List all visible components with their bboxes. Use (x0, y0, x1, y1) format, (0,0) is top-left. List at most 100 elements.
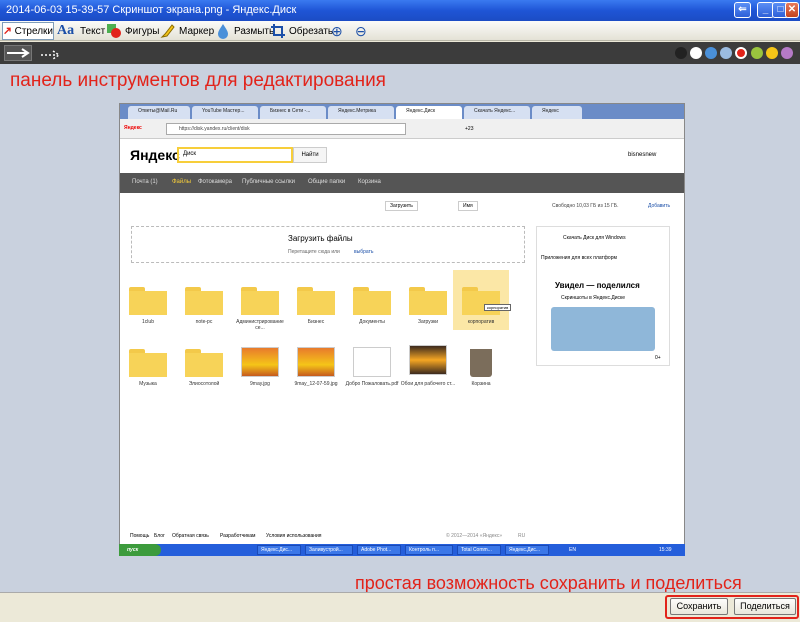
apps-all: Приложения для всех платформ (541, 255, 617, 261)
tool-marker[interactable]: Маркер (160, 22, 214, 40)
promo-sub: Скриншоты в Яндекс.Диске (561, 295, 626, 301)
file-label: Администрирование се... (236, 319, 284, 331)
file-label: Корзина (471, 381, 491, 387)
username: bisnesnew (628, 152, 657, 158)
download-windows: Скачать Диск для Windows (563, 235, 626, 241)
tool-label: Фигуры (125, 25, 160, 37)
sort-btn: Имя (458, 201, 478, 211)
browser-tab: Яндекс.Метрика (328, 106, 394, 119)
back-button[interactable]: ⇐ (734, 2, 751, 18)
taskbar-item: Яндекс.Дис... (505, 545, 549, 555)
file-label: Добро Пожаловать.pdf (345, 381, 399, 387)
folder-icon (129, 349, 167, 377)
tool-label: Обрезать (289, 25, 334, 37)
file-label: 1club (142, 319, 154, 325)
copyright: © 2012—2014 «Яндекс» (446, 533, 503, 539)
marker-icon (160, 24, 175, 38)
color-swatch-selected[interactable] (735, 47, 747, 59)
color-swatch[interactable] (675, 47, 687, 59)
tool-arrows[interactable]: Стрелки (2, 22, 54, 40)
title-bar: 2014-06-03 15-39-57 Скриншот экрана.png … (0, 0, 800, 21)
file-label: Элиосотолой (188, 381, 220, 387)
promo-age: 0+ (655, 355, 661, 361)
color-swatch[interactable] (720, 47, 732, 59)
text-icon: Aa (57, 23, 75, 38)
nav-item: Почта (1) (132, 179, 158, 185)
file-label: Загрузки (417, 319, 439, 325)
clock: 15:39 (659, 547, 672, 553)
nav-item: Публичные ссылки (242, 179, 295, 185)
tool-label: Стрелки (14, 25, 53, 37)
footer-link: Разработчикам (220, 533, 256, 539)
lang-indicator: EN (569, 547, 576, 553)
promo-panel: Скачать Диск для Windows Приложения для … (536, 226, 670, 366)
promo-title: Увидел — поделился (555, 281, 640, 290)
image-thumb (297, 347, 335, 377)
file-label: 9may_12-07-59.jpg (294, 381, 338, 387)
taskbar-item: Контроль п... (405, 545, 453, 555)
zoom-in-button[interactable]: ⊕ (331, 22, 343, 40)
space-info: Свободно 10,03 ГБ из 15 ГБ. (552, 203, 619, 209)
solid-arrow-icon (7, 48, 30, 58)
tool-label: Размыть (234, 25, 275, 37)
screenshot-image: Ответы@Mail.Ru YouTube Мастер... Бизнес … (119, 103, 685, 556)
nav-item: Корзина (358, 179, 381, 185)
zoom-out-icon: ⊖ (355, 22, 367, 39)
crop-icon (271, 24, 285, 38)
browser-tab: Яндекс (532, 106, 582, 119)
save-button[interactable]: Сохранить (670, 598, 728, 615)
browser-tab: Скачать Яндекс... (464, 106, 530, 119)
nav-item: Фотокамера (198, 179, 233, 185)
image-thumb (241, 347, 279, 377)
file-label: Музыка (139, 381, 157, 387)
yandex-header: Яндекс Диск Найти bisnesnew (120, 139, 684, 173)
browser-tabs: Ответы@Mail.Ru YouTube Мастер... Бизнес … (120, 104, 684, 119)
pdf-thumb (353, 347, 391, 377)
color-swatch[interactable] (751, 47, 763, 59)
tool-blur[interactable]: Размыть (215, 22, 274, 40)
window-title: 2014-06-03 15-39-57 Скриншот экрана.png … (6, 4, 297, 16)
app-window: 2014-06-03 15-39-57 Скриншот экрана.png … (0, 0, 800, 622)
folder-icon (185, 287, 223, 315)
color-swatch[interactable] (781, 47, 793, 59)
folder-icon (241, 287, 279, 315)
color-swatch[interactable] (766, 47, 778, 59)
taskbar-item: Яндекс.Дис... (257, 545, 301, 555)
footer-link: Помощь (130, 533, 150, 539)
tool-text[interactable]: Aa Текст (57, 22, 105, 40)
taskbar: пуск Яндекс.Дис... Заливустрой... Adobe … (119, 544, 685, 556)
taskbar-item: Adobe Phot... (357, 545, 401, 555)
style-bar (0, 42, 800, 64)
lang: RU (518, 533, 526, 539)
folder-icon (129, 287, 167, 315)
tool-crop[interactable]: Обрезать (270, 22, 333, 40)
zoom-out-button[interactable]: ⊖ (355, 22, 367, 40)
browser-logo: Яндекс (124, 125, 142, 131)
file-label: корпоратив (467, 319, 495, 325)
arrow-style-solid[interactable] (4, 45, 32, 61)
weather-count: +23 (465, 126, 474, 132)
yandex-logo: Яндекс (130, 147, 180, 163)
share-button[interactable]: Поделиться (734, 598, 796, 615)
address-bar: Яндекс https://disk.yandex.ru/client/dis… (120, 119, 684, 139)
file-label: Обои для рабочего ст... (400, 381, 456, 387)
arrow-style-dotted[interactable] (38, 45, 64, 61)
color-swatch[interactable] (690, 47, 702, 59)
folder-icon (409, 287, 447, 315)
yandex-find-button: Найти (293, 147, 327, 163)
color-swatch[interactable] (705, 47, 717, 59)
close-button[interactable]: ✕ (785, 2, 799, 18)
disk-content: Загрузить Имя Свободно 10,03 ГБ из 15 ГБ… (120, 193, 684, 555)
yandex-search-input: Диск (177, 147, 293, 163)
shapes-icon (107, 24, 121, 38)
url-field: https://disk.yandex.ru/client/disk (166, 123, 406, 135)
tool-label: Текст (80, 25, 106, 37)
tool-shapes[interactable]: Фигуры (106, 22, 159, 40)
trash-icon (470, 349, 492, 377)
arrow-icon (4, 27, 11, 35)
edit-toolbar: Стрелки Aa Текст Фигуры Маркер Размыть О… (0, 21, 800, 41)
browser-tab: YouTube Мастер... (192, 106, 258, 119)
zoom-in-icon: ⊕ (331, 22, 343, 39)
promo-image (551, 307, 655, 351)
upload-link: выбрать (354, 249, 374, 255)
